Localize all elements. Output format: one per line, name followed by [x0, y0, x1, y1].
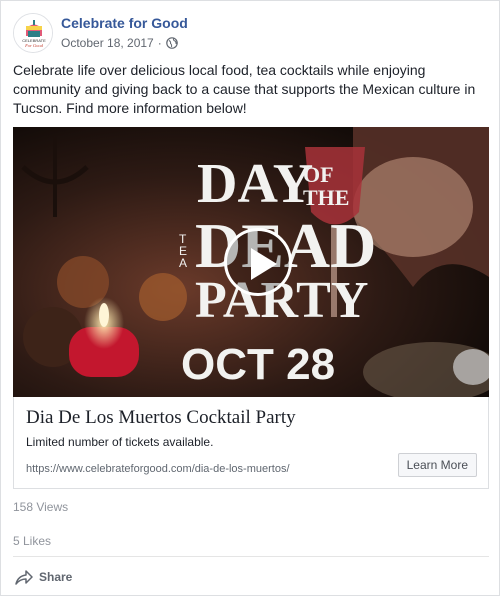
learn-more-button[interactable]: Learn More	[397, 453, 477, 477]
link-description: Limited number of tickets available.	[26, 435, 214, 449]
video-player[interactable]: DAY OF THE DEAD T E A PARTY OCT 28	[13, 127, 489, 397]
svg-text:A: A	[179, 256, 187, 270]
facebook-post: CELEBRATE For Good Celebrate for Good Oc…	[0, 0, 500, 596]
page-avatar[interactable]: CELEBRATE For Good	[13, 13, 53, 53]
meta-separator: ·	[157, 36, 162, 50]
svg-text:THE: THE	[303, 185, 349, 210]
post-header: CELEBRATE For Good Celebrate for Good Oc…	[13, 11, 483, 55]
share-label: Share	[39, 570, 73, 584]
post-date[interactable]: October 18, 2017	[61, 36, 154, 50]
svg-text:OCT 28: OCT 28	[181, 340, 335, 389]
view-count: 158 Views	[13, 500, 69, 514]
like-count[interactable]: 5 Likes	[13, 534, 51, 548]
svg-text:OF: OF	[303, 162, 334, 187]
post-text: Celebrate life over delicious local food…	[13, 62, 476, 116]
link-title[interactable]: Dia De Los Muertos Cocktail Party	[26, 407, 296, 429]
link-url[interactable]: https://www.celebrateforgood.com/dia-de-…	[26, 463, 290, 475]
share-button[interactable]: Share	[15, 567, 72, 587]
svg-text:For Good: For Good	[24, 43, 44, 48]
svg-text:DAY: DAY	[197, 153, 313, 215]
globe-icon[interactable]	[165, 37, 178, 49]
share-arrow-icon	[15, 570, 33, 585]
link-preview-card[interactable]: Dia De Los Muertos Cocktail Party Limite…	[13, 397, 489, 489]
celebrate-logo-icon: CELEBRATE For Good	[14, 14, 52, 52]
play-button-icon[interactable]	[224, 228, 292, 296]
divider	[13, 556, 489, 557]
post-meta: October 18, 2017 ·	[61, 36, 178, 50]
page-name-link[interactable]: Celebrate for Good	[61, 15, 188, 31]
